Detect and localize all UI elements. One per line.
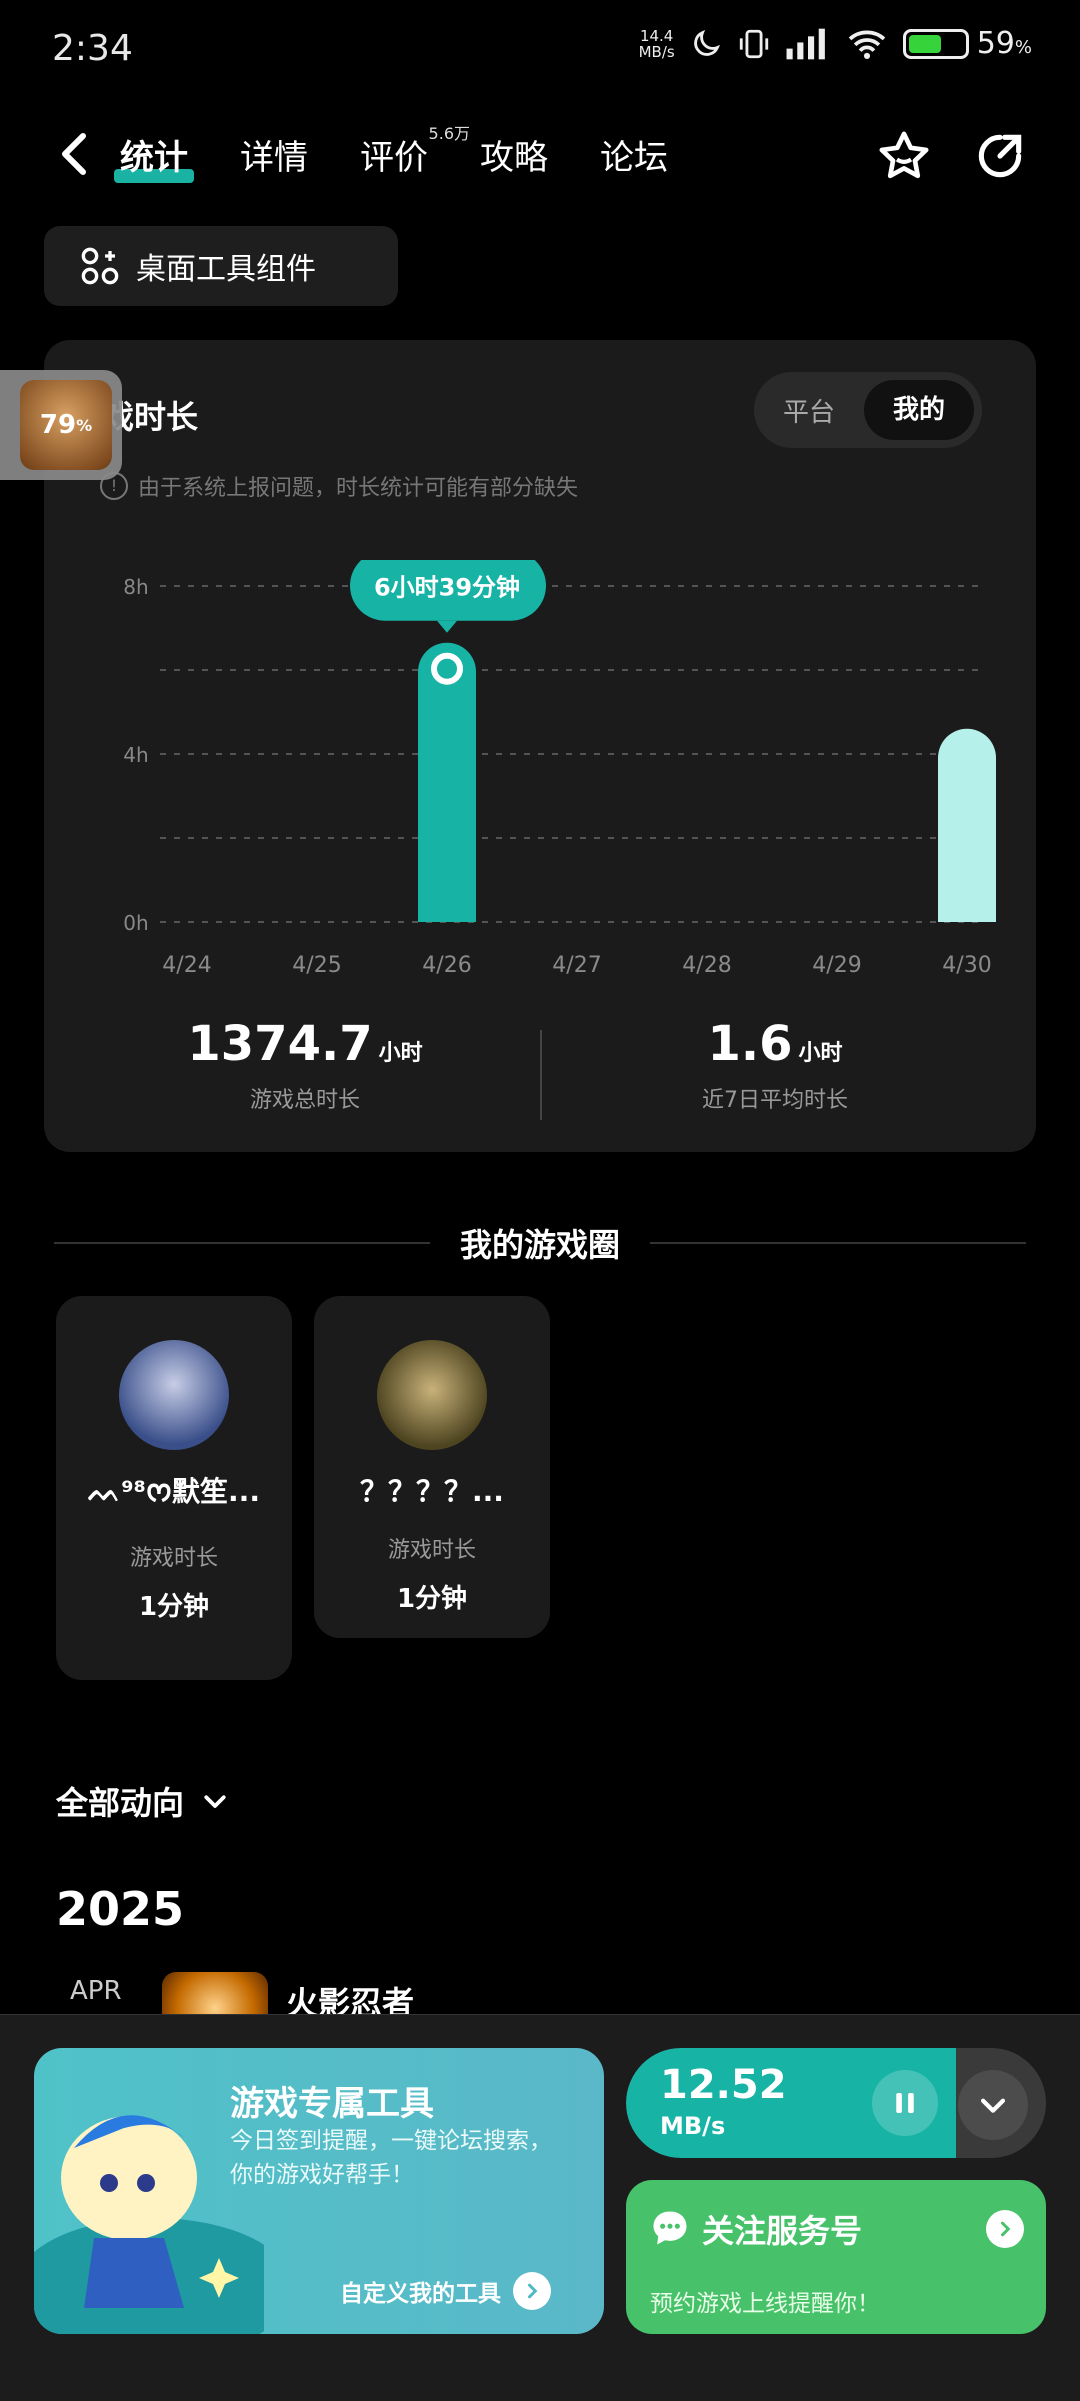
chat-bubble-icon [653, 2211, 687, 2245]
feed-year: 2025 [56, 1882, 185, 1936]
feed-filter-dropdown[interactable]: 全部动向 [56, 1778, 230, 1824]
playtime-note: ! 由于系统上报问题，时长统计可能有部分缺失 [100, 470, 578, 502]
toggle-platform[interactable]: 平台 [754, 392, 864, 429]
customize-tools-link[interactable]: 自定义我的工具 [340, 2272, 551, 2310]
tab-reviews[interactable]: 评价 5.6万 [360, 124, 470, 179]
total-playtime-unit: 小时 [378, 1041, 423, 1066]
pause-button[interactable] [872, 2070, 938, 2136]
y-tick-label: 4h [123, 743, 148, 767]
playtime-toggle: 平台 我的 [754, 372, 982, 448]
moon-icon [693, 29, 720, 56]
nav-actions [876, 128, 1028, 184]
expand-button[interactable] [958, 2070, 1028, 2140]
total-playtime-stat: 1374.7 小时 游戏总时长 [105, 1016, 505, 1114]
y-tick-label: 8h [123, 575, 148, 599]
tooltip-pointer [437, 620, 457, 633]
tab-forum[interactable]: 论坛 [600, 130, 668, 179]
friend-playtime-value: 1分钟 [396, 1584, 468, 1614]
status-icons: 14.4 MB/s 59% [639, 26, 1032, 61]
speed-value: 12.52 [660, 2062, 787, 2108]
x-tick-label: 4/24 [162, 953, 211, 978]
divider-line [650, 1242, 1027, 1244]
y-tick-label: 0h [123, 911, 148, 935]
tab-guides[interactable]: 攻略 [480, 130, 548, 179]
follow-description: 预约游戏上线提醒你！ [650, 2291, 880, 2317]
vibrate-icon [739, 29, 768, 58]
tab-bar: 统计 详情 评价 5.6万 攻略 论坛 [114, 124, 668, 183]
chart-bar [938, 728, 996, 922]
avg-playtime-stat: 1.6 小时 近7日平均时长 [575, 1016, 975, 1114]
avatar [119, 1340, 229, 1450]
friend-playtime-value: 1分钟 [138, 1592, 210, 1622]
back-arrow-icon[interactable] [56, 130, 92, 178]
toggle-mine[interactable]: 我的 [864, 380, 974, 440]
chevron-down-icon [980, 2098, 1006, 2113]
game-circle-title: 我的游戏圈 [460, 1226, 621, 1264]
tab-stats[interactable]: 统计 [114, 130, 194, 183]
floating-game-thumb[interactable]: 79% [20, 380, 112, 470]
friend-playtime-label: 游戏时长 [129, 1546, 218, 1571]
share-icon[interactable] [972, 128, 1028, 184]
battery-level [908, 34, 941, 53]
x-tick-label: 4/29 [812, 953, 861, 978]
avg-playtime-value: 1.6 [707, 1016, 793, 1072]
avg-playtime-label: 近7日平均时长 [702, 1088, 848, 1113]
x-tick-label: 4/28 [682, 953, 731, 978]
tooltip-label: 6小时39分钟 [374, 574, 520, 602]
avatar [377, 1340, 487, 1450]
battery: 59% [902, 26, 1032, 61]
widget-grid-icon [81, 247, 119, 285]
chevron-right-icon[interactable] [986, 2210, 1024, 2248]
chevron-right-icon [513, 2272, 551, 2310]
tools-title: 游戏专属工具 [230, 2084, 434, 2124]
favorite-star-icon[interactable] [876, 128, 932, 184]
review-count-badge: 5.6万 [428, 124, 470, 143]
total-playtime-label: 游戏总时长 [249, 1088, 360, 1113]
friend-card[interactable]: ？？？？... 游戏时长 1分钟 [314, 1296, 550, 1638]
tools-description: 今日签到提醒，一键论坛搜索，你的游戏好帮手！ [230, 2128, 552, 2188]
avg-playtime-unit: 小时 [798, 1041, 843, 1066]
chevron-down-icon [204, 1795, 226, 1808]
friend-card[interactable]: ᨓ⁹⁸ᰔ默笙... 游戏时长 1分钟 [56, 1296, 292, 1680]
wifi-icon [848, 30, 885, 59]
friend-playtime-label: 游戏时长 [387, 1538, 476, 1563]
total-playtime-value: 1374.7 [187, 1016, 373, 1072]
x-tick-label: 4/27 [552, 953, 601, 978]
desktop-widget-label: 桌面工具组件 [136, 252, 316, 287]
tab-details[interactable]: 详情 [240, 130, 308, 179]
signal-icon [786, 28, 825, 59]
stat-divider [540, 1030, 542, 1120]
friend-name: ᨓ⁹⁸ᰔ默笙... [88, 1475, 260, 1508]
follow-title: 关注服务号 [702, 2212, 863, 2250]
game-circle-header: 我的游戏圈 [54, 1220, 1027, 1266]
divider-line [54, 1242, 430, 1244]
net-speed: 14.4 MB/s [638, 26, 675, 61]
desktop-widget-button[interactable]: 桌面工具组件 [44, 226, 398, 306]
friend-name: ？？？？... [360, 1475, 504, 1508]
playtime-chart: 0h 4h 8h 4/24 4/25 6小时39分钟 4/26 4/27 4/28 4/29 4/3… [123, 560, 996, 978]
speed-unit: MB/s [660, 2112, 726, 2140]
battery-icon [902, 28, 969, 59]
x-tick-label: 4/30 [942, 953, 991, 978]
status-time: 2:34 [52, 28, 133, 69]
x-tick-label: 4/25 [292, 953, 341, 978]
pause-icon [896, 2093, 914, 2113]
feed-month: APR [70, 1976, 122, 2006]
x-tick-label: 4/26 [422, 953, 471, 978]
battery-percent: 59% [976, 26, 1032, 61]
